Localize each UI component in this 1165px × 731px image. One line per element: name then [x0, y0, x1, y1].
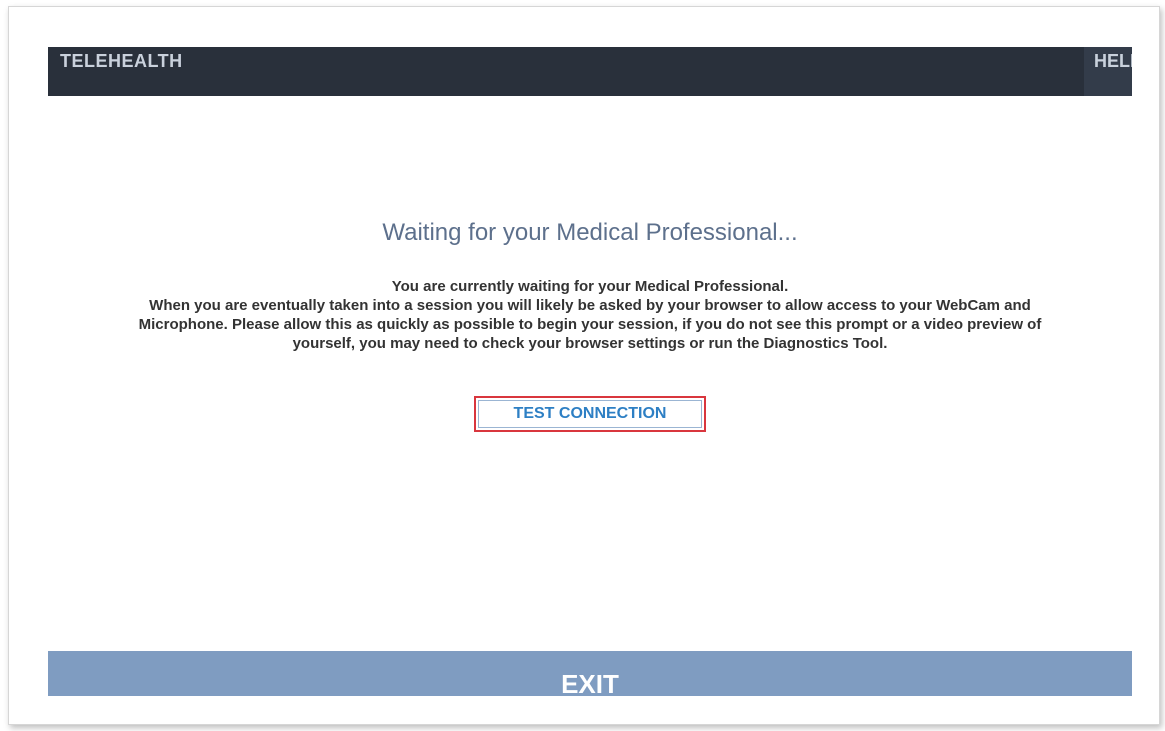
exit-label: EXIT — [561, 669, 619, 696]
brand-title: TELEHEALTH — [60, 51, 183, 71]
waiting-room-panel: Waiting for your Medical Professional...… — [48, 96, 1132, 651]
message-line: Microphone. Please allow this as quickly… — [138, 316, 1042, 333]
exit-button[interactable]: EXIT — [48, 651, 1132, 696]
waiting-message: You are currently waiting for your Medic… — [48, 277, 1132, 353]
top-navbar: TELEHEALTH HELP — [48, 47, 1132, 96]
help-menu-button[interactable]: HELP — [1084, 47, 1132, 96]
button-inner-border — [478, 400, 702, 428]
help-label: HELP — [1094, 51, 1132, 71]
waiting-title: Waiting for your Medical Professional... — [382, 219, 798, 246]
test-connection-button[interactable]: TEST CONNECTION — [474, 396, 706, 432]
message-line: yourself, you may need to check your bro… — [292, 335, 888, 352]
message-line: You are currently waiting for your Medic… — [391, 278, 789, 295]
message-line: When you are eventually taken into a ses… — [149, 297, 1031, 314]
